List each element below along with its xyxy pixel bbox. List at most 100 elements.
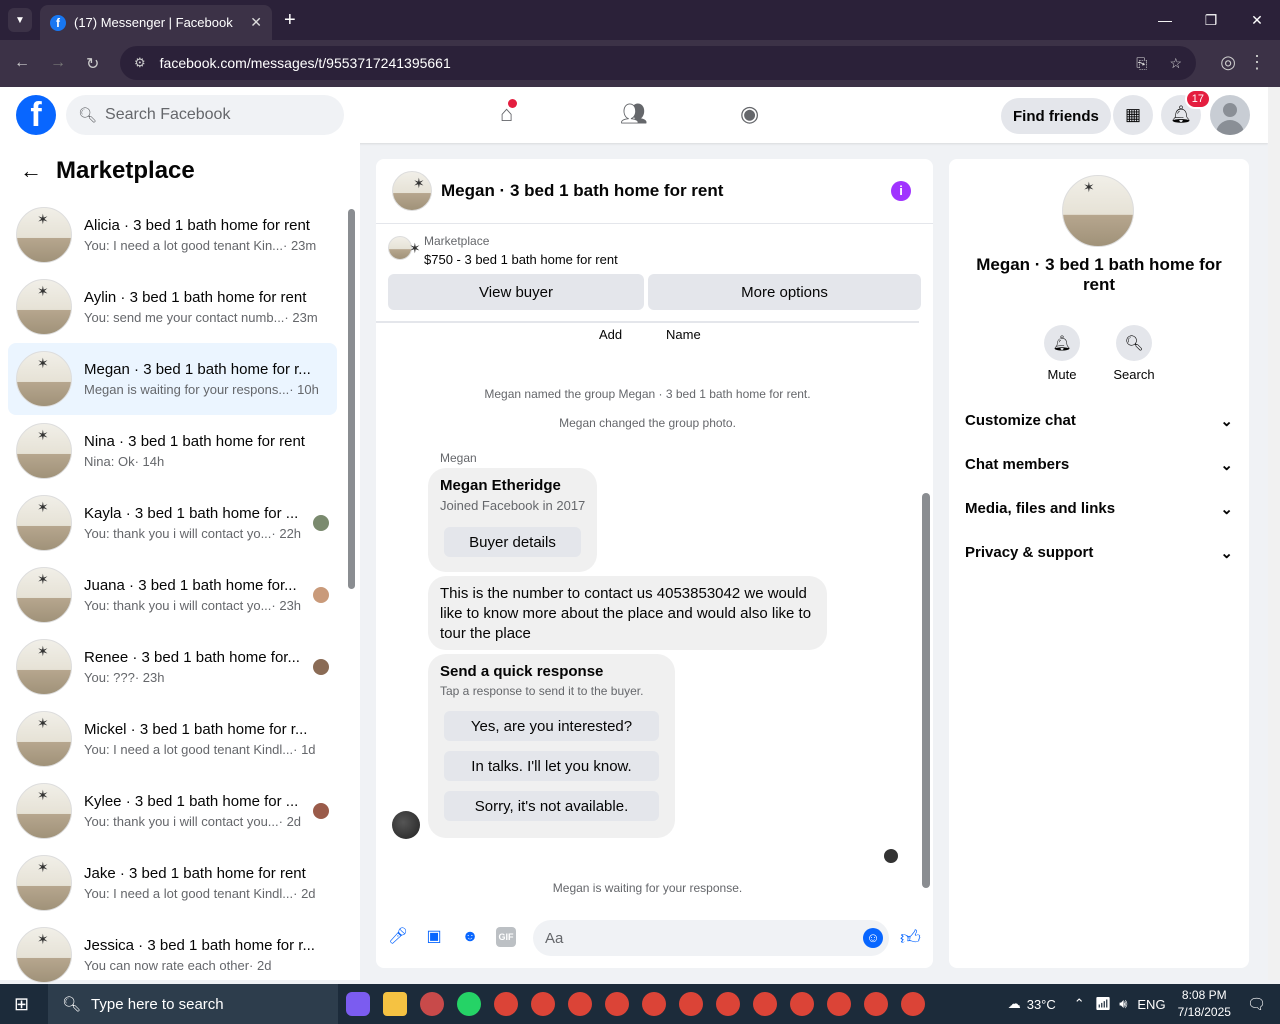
emoji-icon[interactable]: ☺ — [863, 928, 883, 948]
name-label[interactable]: Name — [666, 327, 701, 342]
conversation-preview: Nina: Ok — [84, 454, 135, 469]
network-icon[interactable]: 📶︎ — [1095, 996, 1112, 1012]
chrome-icon[interactable] — [679, 992, 703, 1016]
temperature[interactable]: 33°C — [1027, 997, 1056, 1012]
megan-avatar[interactable] — [392, 811, 420, 839]
conversation-item[interactable]: Juana · 3 bed 1 bath home for... You: tha… — [8, 559, 337, 631]
chat-title[interactable]: Megan · 3 bed 1 bath home for rent — [441, 181, 723, 201]
install-app-icon[interactable]: ⎘ — [1136, 55, 1147, 72]
back-arrow-icon[interactable]: ← — [20, 158, 42, 184]
site-info-icon[interactable]: ⚙ — [134, 55, 146, 71]
conversation-item[interactable]: Kayla · 3 bed 1 bath home for ... You: th… — [8, 487, 337, 559]
quick-response-subtitle: Tap a response to send it to the buyer. — [440, 684, 644, 698]
close-tab-icon[interactable]: ✕ — [250, 14, 262, 31]
windows-start-icon[interactable]: ⊞ — [14, 994, 29, 1015]
message-input[interactable]: Aa ☺ — [533, 920, 889, 956]
quick-reply-interested-button[interactable]: Yes, are you interested? — [444, 711, 659, 741]
weather-icon[interactable]: ☁ — [1008, 996, 1021, 1012]
clock[interactable]: 8:08 PM 7/18/2025 — [1178, 987, 1231, 1021]
conversation-item[interactable]: Jake · 3 bed 1 bath home for rent You: I … — [8, 847, 337, 919]
chrome-icon[interactable] — [494, 992, 518, 1016]
customize-chat-row[interactable]: Customize chat ⌄ — [965, 412, 1233, 430]
back-icon[interactable]: ← — [14, 54, 30, 72]
tab-search-dropdown-icon[interactable]: ▼ — [8, 8, 32, 32]
chrome-icon[interactable] — [531, 992, 555, 1016]
reload-icon[interactable]: ↻ — [86, 54, 99, 74]
chat-members-row[interactable]: Chat members ⌄ — [965, 456, 1233, 474]
restore-icon[interactable]: ❐ — [1188, 0, 1234, 40]
group-photo[interactable] — [392, 171, 432, 211]
search-chat-button[interactable]: 🔍︎ Search — [1104, 325, 1164, 382]
view-buyer-button[interactable]: View buyer — [388, 274, 644, 310]
facebook-logo[interactable]: f — [16, 95, 56, 135]
language-indicator[interactable]: ENG — [1137, 997, 1165, 1012]
volume-icon[interactable]: 🔊︎ — [1119, 996, 1127, 1012]
buyer-details-button[interactable]: Buyer details — [444, 527, 581, 557]
conversation-title: Megan · 3 bed 1 bath home for r... — [84, 361, 311, 378]
conversation-scrollbar[interactable] — [347, 195, 355, 975]
group-photo-large[interactable] — [1062, 175, 1134, 247]
conversation-item[interactable]: Megan · 3 bed 1 bath home for r... Megan … — [8, 343, 337, 415]
conversation-item[interactable]: Mickel · 3 bed 1 bath home for r... You: … — [8, 703, 337, 775]
media-files-links-row[interactable]: Media, files and links ⌄ — [965, 500, 1233, 518]
bookmark-star-icon[interactable]: ☆ — [1169, 55, 1182, 72]
account-avatar[interactable] — [1210, 95, 1250, 135]
taskbar-search[interactable]: 🔍︎ Type here to search — [48, 984, 338, 1024]
copilot-icon[interactable] — [346, 992, 370, 1016]
info-icon[interactable]: i — [891, 181, 911, 201]
browser-menu-icon[interactable]: ⋮ — [1248, 52, 1266, 73]
chrome-icon[interactable] — [901, 992, 925, 1016]
notifications-bell-icon[interactable]: 🔔︎ 17 — [1161, 89, 1211, 135]
more-options-button[interactable]: More options — [648, 274, 921, 310]
chat-scrollbar[interactable] — [919, 323, 933, 903]
browser-profile-icon[interactable]: ◎ — [1220, 52, 1236, 73]
conversation-item[interactable]: Jessica · 3 bed 1 bath home for r... You … — [8, 919, 337, 991]
conversation-item[interactable]: Aylin · 3 bed 1 bath home for rent You: s… — [8, 271, 337, 343]
address-bar[interactable]: ⚙ facebook.com/messages/t/95537172413956… — [120, 46, 1196, 80]
home-icon[interactable]: ⌂ — [500, 99, 518, 127]
notifications-center-icon[interactable]: 🗨︎ — [1247, 995, 1266, 1013]
find-friends-button[interactable]: Find friends — [1001, 98, 1111, 134]
friends-icon[interactable]: 👥︎ — [620, 101, 648, 127]
close-window-icon[interactable]: ✕ — [1234, 0, 1280, 40]
mute-button[interactable]: 🔔︎ Mute — [1032, 325, 1092, 382]
photo-icon[interactable]: ▣ — [424, 927, 444, 947]
file-explorer-icon[interactable] — [383, 992, 407, 1016]
listing-thumbnail[interactable] — [388, 236, 421, 260]
chrome-icon[interactable] — [716, 992, 740, 1016]
menu-grid-icon[interactable]: ▦ — [1113, 95, 1153, 135]
conversation-item[interactable]: Kylee · 3 bed 1 bath home for ... You: th… — [8, 775, 337, 847]
message-bubble[interactable]: This is the number to contact us 4053853… — [428, 576, 827, 650]
page-scrollbar[interactable] — [1268, 87, 1280, 980]
listing-price[interactable]: $750 - 3 bed 1 bath home for rent — [424, 252, 618, 267]
scrollbar-thumb[interactable] — [348, 209, 355, 589]
chrome-icon[interactable] — [753, 992, 777, 1016]
conversation-item[interactable]: Nina · 3 bed 1 bath home for rent Nina: O… — [8, 415, 337, 487]
conversation-item[interactable]: Alicia · 3 bed 1 bath home for rent You: … — [8, 199, 337, 271]
minimize-icon[interactable]: — — [1142, 0, 1188, 40]
quick-reply-not-available-button[interactable]: Sorry, it's not available. — [444, 791, 659, 821]
chat-scrollbar-thumb[interactable] — [922, 493, 930, 888]
microphone-icon[interactable]: 🎤︎ — [388, 927, 408, 947]
chrome-icon[interactable] — [568, 992, 592, 1016]
forward-icon[interactable]: → — [50, 54, 66, 72]
chrome-icon[interactable] — [827, 992, 851, 1016]
quick-reply-in-talks-button[interactable]: In talks. I'll let you know. — [444, 751, 659, 781]
sticker-icon[interactable]: ☻ — [460, 927, 480, 947]
chrome-icon[interactable] — [790, 992, 814, 1016]
conversation-item[interactable]: Renee · 3 bed 1 bath home for... You: ???… — [8, 631, 337, 703]
search-facebook-input[interactable]: 🔍︎ Search Facebook — [66, 95, 344, 135]
gif-icon[interactable]: GIF — [496, 927, 516, 947]
browser-tab[interactable]: f (17) Messenger | Facebook ✕ — [40, 5, 272, 40]
chrome-icon[interactable] — [605, 992, 629, 1016]
new-tab-icon[interactable]: + — [284, 9, 296, 32]
tray-overflow-icon[interactable]: ⌃ — [1074, 996, 1085, 1012]
privacy-support-row[interactable]: Privacy & support ⌄ — [965, 544, 1233, 562]
chrome-icon[interactable] — [864, 992, 888, 1016]
app-icon[interactable] — [420, 992, 444, 1016]
groups-icon[interactable]: ◉ — [740, 101, 759, 127]
whatsapp-icon[interactable] — [457, 992, 481, 1016]
add-label[interactable]: Add — [599, 327, 622, 342]
thumbs-up-icon[interactable]: 👍︎ — [900, 926, 921, 950]
chrome-icon[interactable] — [642, 992, 666, 1016]
